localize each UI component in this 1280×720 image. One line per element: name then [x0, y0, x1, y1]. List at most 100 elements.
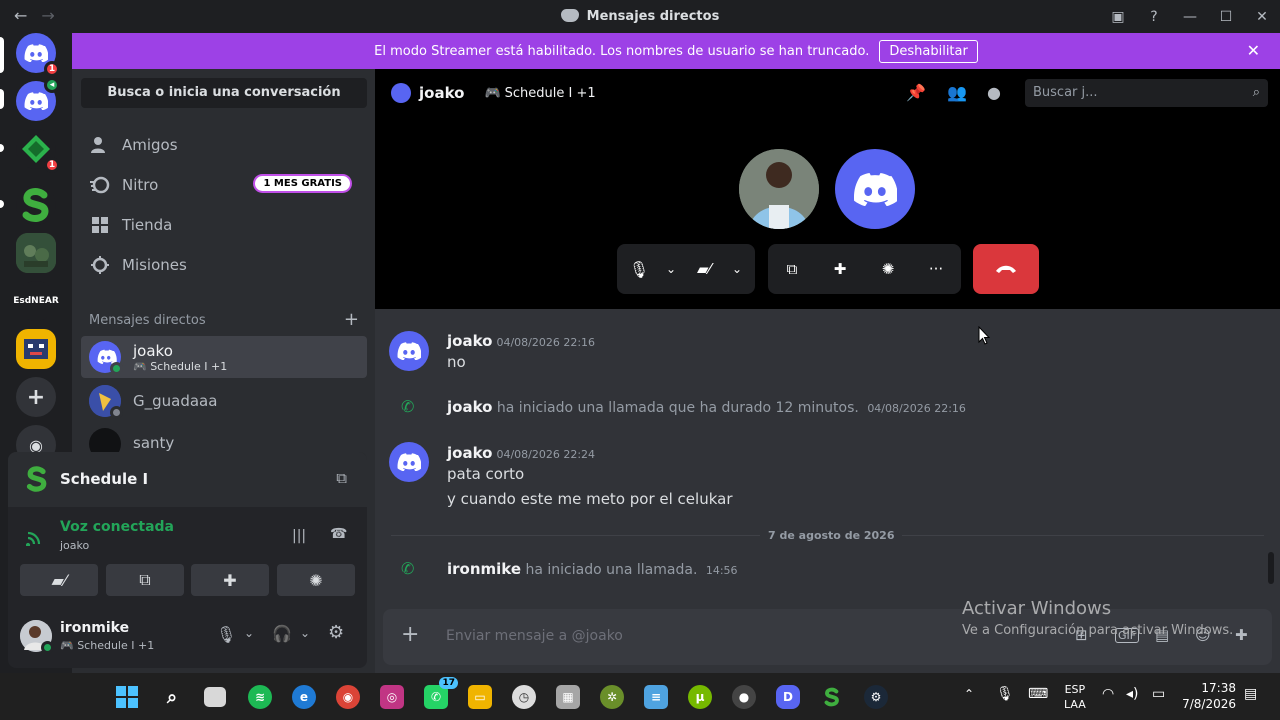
activities-icon: ✚ [223, 570, 237, 590]
pin-icon[interactable]: 📌 [906, 83, 926, 102]
steam-icon[interactable]: ⚙ [864, 685, 888, 709]
screen-share-icon[interactable]: ⧉ [336, 469, 347, 487]
spotify-icon[interactable]: ≋ [248, 685, 272, 709]
keyboard-icon[interactable]: ⌨ [1028, 686, 1048, 702]
close-window-button[interactable]: ✕ [1244, 9, 1280, 25]
disconnect-icon[interactable]: ☎ [330, 526, 347, 542]
edge-icon[interactable]: e [292, 685, 316, 709]
inbox-icon[interactable]: ▣ [1100, 9, 1136, 25]
settings-gear-icon[interactable]: ⚙ [328, 622, 344, 643]
server-schedule[interactable] [16, 185, 56, 225]
task-view-icon[interactable] [204, 687, 226, 707]
user-avatar[interactable] [20, 620, 54, 654]
server-yellow[interactable] [16, 329, 56, 369]
volume-icon[interactable]: ◂) [1126, 686, 1139, 702]
message-input[interactable]: Enviar mensaje a @joako [446, 628, 623, 644]
discord-taskbar-icon[interactable]: D [776, 685, 800, 709]
clock-app-icon[interactable]: ◷ [512, 685, 536, 709]
chat-search-input[interactable]: Buscar j... ⌕ [1025, 79, 1268, 107]
scrollbar-thumb[interactable] [1268, 552, 1274, 584]
server-esdnear[interactable]: EsdNEAR [13, 281, 59, 321]
help-icon[interactable]: ? [1136, 9, 1172, 25]
whatsapp-badge: 17 [439, 677, 458, 689]
server-voice-dm[interactable]: ◂ [16, 77, 60, 121]
home-button[interactable]: 1 [16, 33, 60, 77]
battery-icon[interactable]: ▭ [1152, 686, 1165, 702]
add-server-button[interactable]: + [16, 377, 56, 417]
avatar [89, 385, 123, 419]
windows-start-icon[interactable] [115, 685, 139, 709]
selected-pill [0, 37, 4, 73]
show-hidden-icons[interactable]: ⌃ [964, 687, 974, 701]
nav-shop[interactable]: Tienda [80, 205, 366, 245]
apps-icon[interactable]: ✚ [1235, 626, 1248, 644]
maximize-button[interactable]: ☐ [1208, 9, 1244, 25]
message-avatar[interactable] [389, 331, 429, 371]
header-activity: Schedule I +1 [504, 85, 596, 101]
chevron-down-icon[interactable]: ⌄ [300, 626, 310, 640]
participant-joako-avatar[interactable] [835, 149, 915, 229]
nav-friends[interactable]: Amigos [80, 125, 366, 165]
microphone-icon[interactable]: 🎙 [216, 625, 236, 644]
add-attachment-icon[interactable]: + [401, 622, 419, 647]
nav-nitro[interactable]: Nitro 1 MES GRATIS [80, 165, 366, 205]
message: joako 04/08/2026 22:16 no [447, 331, 595, 371]
activities-icon[interactable]: ✚ [816, 260, 864, 278]
message-avatar[interactable] [389, 442, 429, 482]
add-friend-icon[interactable]: 👥 [947, 83, 967, 102]
utorrent-icon[interactable]: µ [688, 685, 712, 709]
participant-ironmike-avatar[interactable] [739, 149, 819, 229]
more-options-icon[interactable]: ··· [912, 260, 960, 278]
camera-off-button[interactable]: ▰⁄ [20, 564, 98, 596]
soundboard-icon[interactable]: ✺ [864, 260, 912, 278]
share-screen-button[interactable]: ⧉ [106, 564, 184, 596]
server-green-diamond[interactable]: 1 [16, 129, 60, 173]
nav-quests[interactable]: Misiones [80, 245, 366, 285]
quests-icon [90, 255, 110, 275]
user-profile-icon[interactable]: ● [987, 83, 1001, 102]
voice-channel[interactable]: joako [60, 539, 89, 552]
game-launcher-icon[interactable]: ✲ [600, 685, 624, 709]
file-explorer-icon[interactable]: ▭ [468, 685, 492, 709]
search-icon[interactable]: ⌕ [160, 685, 184, 709]
chevron-down-icon[interactable]: ⌄ [661, 262, 681, 276]
microphone-icon[interactable]: 🎙 [617, 260, 661, 279]
server-game[interactable] [16, 233, 56, 273]
window-title: Mensajes directos [0, 9, 1280, 24]
headphones-icon[interactable]: 🎧 [272, 624, 292, 643]
system-clock[interactable]: 17:38 7/8/2026 [1182, 680, 1236, 712]
dm-item-santy[interactable]: santy [81, 424, 367, 452]
soundboard-button[interactable]: ✺ [277, 564, 355, 596]
wifi-icon[interactable]: ◠ [1102, 686, 1114, 702]
camera-off-icon: ▰⁄ [51, 570, 67, 590]
activities-button[interactable]: ✚ [191, 564, 269, 596]
notepad-icon[interactable]: ≡ [644, 685, 668, 709]
message-author[interactable]: joako [447, 332, 492, 350]
noise-suppression-icon[interactable]: ||| [292, 528, 306, 544]
header-name[interactable]: joako [419, 84, 464, 102]
chevron-down-icon[interactable]: ⌄ [727, 262, 747, 276]
chrome-icon[interactable]: ◉ [336, 685, 360, 709]
hang-up-button[interactable] [973, 244, 1039, 294]
dm-item-g-guadaaa[interactable]: G_guadaaa [81, 380, 367, 422]
schedule-game-icon[interactable] [820, 685, 844, 709]
calculator-icon[interactable]: ▦ [556, 685, 580, 709]
camera-off-icon[interactable]: ▰⁄ [681, 260, 727, 278]
screen-share-icon[interactable]: ⧉ [768, 260, 816, 278]
disable-streamer-button[interactable]: Deshabilitar [879, 39, 978, 63]
close-banner-icon[interactable]: ✕ [1247, 41, 1260, 60]
conversation-search[interactable]: Busca o inicia una conversación [81, 78, 367, 108]
dm-item-joako[interactable]: joako 🎮 Schedule I +1 [81, 336, 367, 378]
notification-icon[interactable]: ▤ [1244, 686, 1257, 702]
input-language[interactable]: ESP LAA [1064, 682, 1086, 712]
microphone-tray-icon[interactable]: 🎙 [996, 686, 1014, 702]
instagram-icon[interactable]: ◎ [380, 685, 404, 709]
create-dm-icon[interactable]: + [344, 309, 359, 330]
whatsapp-icon[interactable]: ✆ 17 [424, 677, 458, 709]
chevron-down-icon[interactable]: ⌄ [244, 626, 254, 640]
discord-logo-icon [560, 9, 579, 22]
message-author[interactable]: joako [447, 444, 492, 462]
gamepad-icon: 🎮 [484, 85, 501, 101]
minimize-button[interactable]: — [1172, 9, 1208, 25]
recorder-icon[interactable]: ● [732, 685, 756, 709]
